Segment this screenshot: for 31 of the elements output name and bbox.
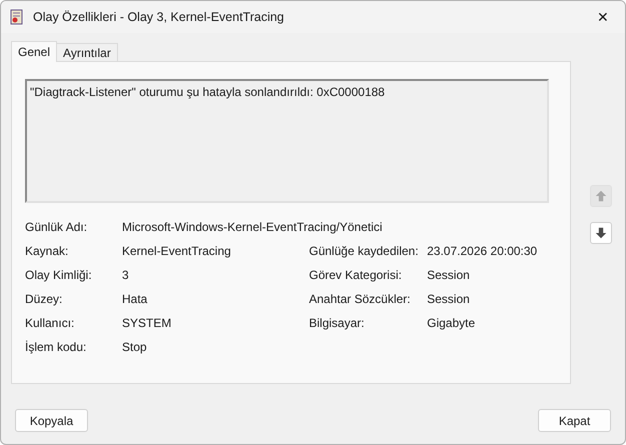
copy-button[interactable]: Kopyala: [15, 409, 88, 432]
field-label: Bilgisayar:: [309, 315, 366, 332]
tab[interactable]: Genel: [11, 41, 58, 62]
field-value: 3: [122, 267, 129, 284]
field-label: Günlük Adı:: [25, 219, 88, 236]
field-value: 23.07.2026 20:00:30: [427, 243, 538, 260]
field-value: Gigabyte: [427, 315, 476, 332]
next-button[interactable]: [590, 222, 612, 244]
field-label: Kaynak:: [25, 243, 70, 260]
field-value: Kernel-EventTracing: [122, 243, 231, 260]
close-button[interactable]: ✕: [581, 1, 625, 33]
field-label: İşlem kodu:: [25, 339, 88, 356]
tab[interactable]: Ayrıntılar: [57, 43, 118, 62]
field-label: Olay Kimliği:: [25, 267, 93, 284]
up-arrow-icon: [594, 189, 608, 203]
field-label: Kullanıcı:: [25, 315, 76, 332]
event-message: "Diagtrack-Listener" oturumu şu hatayla sonlandırıldı: 0xC0000188: [30, 85, 385, 99]
field-label: Günlüğe kaydedilen:: [309, 243, 420, 260]
close-dialog-button[interactable]: Kapat: [538, 409, 611, 432]
field-value: Stop: [122, 339, 147, 356]
field-value: SYSTEM: [122, 315, 172, 332]
field-label: Anahtar Sözcükler:: [309, 291, 412, 308]
window-title: Olay Özellikleri - Olay 3, Kernel-EventTracing: [33, 8, 284, 26]
field-label: Görev Kategorisi:: [309, 267, 403, 284]
field-value: Session: [427, 291, 470, 308]
field-label: Düzey:: [25, 291, 64, 308]
field-value: Hata: [122, 291, 148, 308]
field-value: Session: [427, 267, 470, 284]
down-arrow-icon: [594, 226, 608, 240]
event-log-icon: [9, 9, 25, 25]
field-value: Microsoft-Windows-Kernel-EventTracing/Yönetici: [122, 219, 382, 236]
